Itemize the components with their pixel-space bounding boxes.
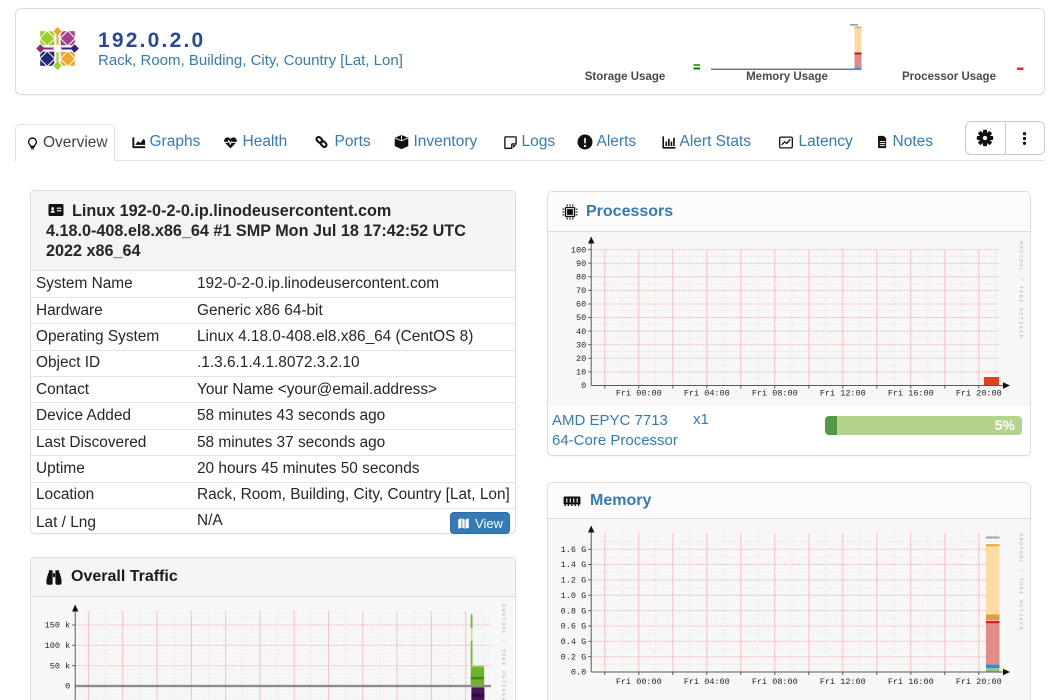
- svg-text:RRDTOOL / TOBI OETIKER: RRDTOOL / TOBI OETIKER: [1018, 533, 1025, 631]
- svg-text:Fri 12:00: Fri 12:00: [820, 677, 866, 687]
- svg-text:Fri 16:00: Fri 16:00: [888, 677, 934, 687]
- svg-text:0: 0: [581, 381, 586, 391]
- svg-text:50 k: 50 k: [50, 661, 70, 671]
- svg-text:100 k: 100 k: [45, 641, 71, 651]
- svg-text:Fri 20:00: Fri 20:00: [956, 677, 1002, 687]
- svg-text:20: 20: [576, 354, 586, 364]
- svg-text:Fri 20:00: Fri 20:00: [956, 389, 1002, 399]
- svg-text:Fri 08:00: Fri 08:00: [752, 677, 798, 687]
- svg-text:70: 70: [576, 286, 586, 296]
- svg-text:1.2 G: 1.2 G: [561, 576, 587, 586]
- svg-text:RRDTOOL / TOBI OETIKER: RRDTOOL / TOBI OETIKER: [500, 604, 507, 700]
- svg-text:0: 0: [65, 682, 70, 692]
- svg-text:1.6 G: 1.6 G: [561, 545, 587, 555]
- svg-text:1.0 G: 1.0 G: [561, 591, 587, 601]
- svg-text:Fri 04:00: Fri 04:00: [684, 389, 730, 399]
- svg-text:30: 30: [576, 340, 586, 350]
- svg-text:0.6 G: 0.6 G: [561, 622, 587, 632]
- svg-text:50: 50: [576, 313, 586, 323]
- svg-text:0.4 G: 0.4 G: [561, 637, 587, 647]
- svg-text:Fri 08:00: Fri 08:00: [752, 389, 798, 399]
- svg-text:Fri 00:00: Fri 00:00: [616, 389, 662, 399]
- svg-text:150 k: 150 k: [45, 621, 71, 631]
- svg-text:Fri 16:00: Fri 16:00: [888, 389, 934, 399]
- svg-text:0.0: 0.0: [571, 668, 586, 678]
- svg-text:90: 90: [576, 259, 586, 269]
- svg-text:RRDTOOL / TOBI OETIKER: RRDTOOL / TOBI OETIKER: [1018, 241, 1025, 339]
- svg-text:80: 80: [576, 273, 586, 283]
- svg-text:100: 100: [571, 245, 586, 255]
- svg-text:1.4 G: 1.4 G: [561, 560, 587, 570]
- svg-text:60: 60: [576, 300, 586, 310]
- svg-text:0.8 G: 0.8 G: [561, 606, 587, 616]
- svg-text:Fri 12:00: Fri 12:00: [820, 389, 866, 399]
- svg-text:Fri 00:00: Fri 00:00: [616, 677, 662, 687]
- svg-text:40: 40: [576, 327, 586, 337]
- svg-text:10: 10: [576, 368, 586, 378]
- svg-text:0.2 G: 0.2 G: [561, 652, 587, 662]
- svg-text:Fri 04:00: Fri 04:00: [684, 677, 730, 687]
